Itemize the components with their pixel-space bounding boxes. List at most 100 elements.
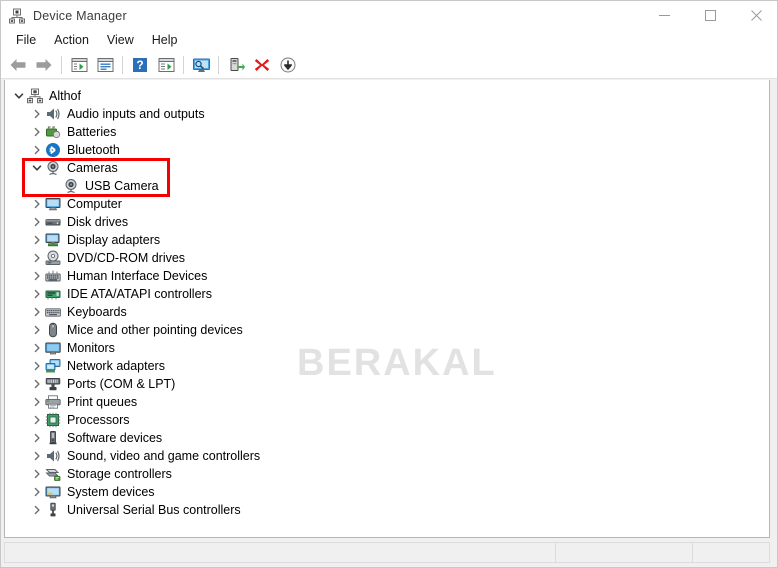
chevron-right-icon[interactable]: [29, 123, 45, 141]
tree-node-label: Ports (COM & LPT): [67, 377, 176, 391]
tree-node-dvd-cd-rom-drives[interactable]: DVD/CD-ROM drives: [5, 249, 769, 267]
chevron-right-icon[interactable]: [29, 195, 45, 213]
properties-icon: [97, 57, 113, 72]
processor-icon: [45, 412, 61, 428]
menu-help[interactable]: Help: [143, 31, 187, 50]
tree-node-storage-controllers[interactable]: Storage controllers: [5, 465, 769, 483]
computer-root-icon: [27, 88, 43, 104]
show-hide-action-pane-button[interactable]: [153, 53, 179, 77]
chevron-right-icon[interactable]: [29, 375, 45, 393]
tree-node-bluetooth[interactable]: Bluetooth: [5, 141, 769, 159]
update-driver-button[interactable]: [223, 53, 249, 77]
help-button[interactable]: ?: [127, 53, 153, 77]
chevron-right-icon[interactable]: [29, 303, 45, 321]
help-question-icon: ?: [133, 57, 147, 72]
tree-node-label: Mice and other pointing devices: [67, 323, 243, 337]
tree-node-human-interface-devices[interactable]: Human Interface Devices: [5, 267, 769, 285]
tree-node-label: DVD/CD-ROM drives: [67, 251, 186, 265]
printer-icon: [45, 394, 61, 410]
toolbar: ?: [1, 51, 777, 79]
toolbar-separator-4: [218, 55, 219, 74]
tree-node-keyboards[interactable]: Keyboards: [5, 303, 769, 321]
chevron-right-icon[interactable]: [29, 393, 45, 411]
tree-node-label: Processors: [67, 413, 130, 427]
chevron-right-icon[interactable]: [29, 483, 45, 501]
tree-node-display-adapters[interactable]: Display adapters: [5, 231, 769, 249]
close-button[interactable]: [733, 1, 777, 30]
forward-button[interactable]: [31, 53, 57, 77]
keyboard-icon: [45, 304, 61, 320]
tree-node-print-queues[interactable]: Print queues: [5, 393, 769, 411]
tree-node-software-devices[interactable]: Software devices: [5, 429, 769, 447]
status-pane-main: [4, 542, 555, 563]
chevron-down-icon[interactable]: [11, 87, 27, 105]
properties-button[interactable]: [92, 53, 118, 77]
uninstall-device-button[interactable]: [249, 53, 275, 77]
chevron-right-icon[interactable]: [29, 267, 45, 285]
chevron-right-icon[interactable]: [29, 501, 45, 519]
tree-node-cameras[interactable]: Cameras: [5, 159, 769, 177]
tree-node-monitors[interactable]: Monitors: [5, 339, 769, 357]
disk-drive-icon: [45, 214, 61, 230]
disable-device-button[interactable]: [275, 53, 301, 77]
tree-node-label: Cameras: [67, 161, 118, 175]
tree-node-sound-video-and-game-controllers[interactable]: Sound, video and game controllers: [5, 447, 769, 465]
status-pane-middle: [555, 542, 692, 563]
tree-node-ports-com-lpt[interactable]: Ports (COM & LPT): [5, 375, 769, 393]
chevron-right-icon[interactable]: [29, 321, 45, 339]
tree-node-audio-inputs-and-outputs[interactable]: Audio inputs and outputs: [5, 105, 769, 123]
show-hide-console-tree-button[interactable]: [66, 53, 92, 77]
toolbar-separator-1: [61, 55, 62, 74]
chevron-right-icon[interactable]: [29, 105, 45, 123]
ide-controller-icon: [45, 286, 61, 302]
chevron-right-icon[interactable]: [29, 285, 45, 303]
device-tree-panel[interactable]: BERAKAL Althof Audio inputs and outputs …: [4, 80, 770, 538]
chevron-right-icon[interactable]: [29, 213, 45, 231]
menu-action[interactable]: Action: [45, 31, 98, 50]
chevron-right-icon[interactable]: [29, 141, 45, 159]
tree-node-label: Disk drives: [67, 215, 129, 229]
menu-view[interactable]: View: [98, 31, 143, 50]
tree-node-althof[interactable]: Althof: [5, 87, 769, 105]
tree-node-usb-camera[interactable]: USB Camera: [5, 177, 769, 195]
console-tree-icon: [71, 57, 87, 72]
tree-node-disk-drives[interactable]: Disk drives: [5, 213, 769, 231]
speaker-icon: [45, 448, 61, 464]
tree-node-computer[interactable]: Computer: [5, 195, 769, 213]
tree-node-network-adapters[interactable]: Network adapters: [5, 357, 769, 375]
storage-controller-icon: [45, 466, 61, 482]
speaker-icon: [45, 106, 61, 122]
scan-for-hardware-changes-button[interactable]: [188, 53, 214, 77]
tree-node-batteries[interactable]: Batteries: [5, 123, 769, 141]
minimize-button[interactable]: [641, 1, 687, 30]
chevron-right-icon[interactable]: [29, 465, 45, 483]
camera-icon: [45, 160, 61, 176]
tree-node-ide-ata-atapi-controllers[interactable]: IDE ATA/ATAPI controllers: [5, 285, 769, 303]
tree-node-label: Sound, video and game controllers: [67, 449, 261, 463]
bluetooth-icon: [45, 142, 61, 158]
chevron-right-icon[interactable]: [29, 357, 45, 375]
menu-bar: File Action View Help: [1, 30, 777, 51]
chevron-right-icon[interactable]: [29, 249, 45, 267]
tree-node-label: Monitors: [67, 341, 115, 355]
chevron-right-icon[interactable]: [29, 447, 45, 465]
tree-node-system-devices[interactable]: System devices: [5, 483, 769, 501]
tree-node-label: IDE ATA/ATAPI controllers: [67, 287, 212, 301]
down-arrow-circle-icon: [280, 57, 296, 72]
tree-node-universal-serial-bus-controllers[interactable]: Universal Serial Bus controllers: [5, 501, 769, 519]
tree-node-processors[interactable]: Processors: [5, 411, 769, 429]
chevron-right-icon[interactable]: [29, 411, 45, 429]
port-icon: [45, 376, 61, 392]
menu-file[interactable]: File: [7, 31, 45, 50]
tree-node-label: Computer: [67, 197, 122, 211]
tree-node-label: Audio inputs and outputs: [67, 107, 205, 121]
tree-node-label: Display adapters: [67, 233, 161, 247]
chevron-right-icon[interactable]: [29, 339, 45, 357]
chevron-right-icon[interactable]: [29, 429, 45, 447]
tree-node-mice-and-other-pointing-devices[interactable]: Mice and other pointing devices: [5, 321, 769, 339]
forward-arrow-icon: [36, 58, 52, 71]
maximize-button[interactable]: [687, 1, 733, 30]
back-button[interactable]: [5, 53, 31, 77]
chevron-down-icon[interactable]: [29, 159, 45, 177]
chevron-right-icon[interactable]: [29, 231, 45, 249]
